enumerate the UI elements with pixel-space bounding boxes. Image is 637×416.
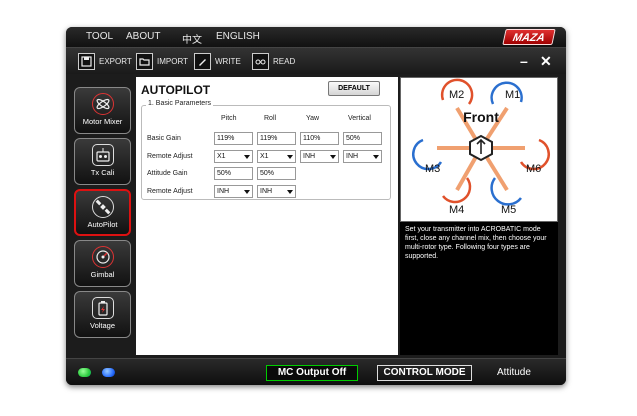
attitude-mode-label: Attitude [497, 367, 531, 378]
sidebar-item-motor-mixer[interactable]: Motor Mixer [74, 87, 131, 134]
sidebar-item-label: AutoPilot [87, 220, 118, 229]
transmitter-icon [91, 144, 114, 166]
close-button[interactable]: ✕ [540, 53, 552, 70]
menu-english[interactable]: ENGLISH [216, 31, 260, 42]
export-button[interactable]: EXPORT [78, 52, 132, 71]
write-label: WRITE [215, 57, 241, 66]
column-header-roll: Roll [264, 115, 277, 122]
remote-adjust-pitch-select[interactable]: X1 [214, 150, 253, 163]
select-value: INH [217, 188, 230, 195]
select-value: INH [260, 188, 273, 195]
dropdown-arrow-icon [244, 155, 250, 159]
group-title: 1. Basic Parameters [146, 100, 214, 107]
dropdown-arrow-icon [373, 155, 379, 159]
app-window: TOOL ABOUT 中文 ENGLISH MAZA EXPORT IMPORT… [66, 27, 566, 385]
basic-gain-label: Basic Gain [147, 135, 181, 142]
info-text: Set your transmitter into ACROBATIC mode… [400, 222, 558, 355]
folder-icon [136, 53, 153, 70]
sidebar-item-label: Gimbal [90, 270, 115, 279]
select-value: X1 [217, 153, 226, 160]
sidebar-item-gimbal[interactable]: Gimbal [74, 240, 131, 287]
toolbar: EXPORT IMPORT WRITE READ – ✕ [66, 47, 566, 74]
dropdown-arrow-icon [244, 190, 250, 194]
motor-label-m6: M6 [526, 163, 541, 175]
motor-label-m3: M3 [425, 163, 440, 175]
attitude-remote-adjust-pitch-select[interactable]: INH [214, 185, 253, 198]
propeller-icon [91, 93, 114, 115]
dropdown-arrow-icon [330, 155, 336, 159]
import-button[interactable]: IMPORT [136, 52, 188, 71]
battery-icon [91, 297, 114, 319]
basic-gain-roll-input[interactable]: 119% [257, 132, 296, 145]
motor-label-m2: M2 [449, 89, 464, 101]
multirotor-diagram: Front M1 M2 M3 M4 M5 M6 [400, 77, 558, 222]
sidebar-item-label: Voltage [89, 321, 116, 330]
minimize-button[interactable]: – [520, 53, 528, 69]
select-value: INH [303, 153, 316, 160]
attitude-gain-label: Attitude Gain [147, 170, 188, 177]
basic-gain-vertical-input[interactable]: 50% [343, 132, 382, 145]
remote-adjust-label: Remote Adjust [147, 188, 193, 195]
remote-adjust-label: Remote Adjust [147, 153, 193, 160]
export-label: EXPORT [99, 57, 132, 66]
sidebar-item-tx-cali[interactable]: Tx Cali [74, 138, 131, 185]
page-title: AUTOPILOT [141, 83, 211, 97]
sidebar-item-label: Tx Cali [90, 168, 115, 177]
select-value: X1 [260, 153, 269, 160]
save-icon [78, 53, 95, 70]
autopilot-panel: AUTOPILOT DEFAULT 1. Basic Parameters Pi… [136, 77, 398, 355]
write-button[interactable]: WRITE [194, 52, 241, 71]
glasses-icon [252, 53, 269, 70]
motor-label-m5: M5 [501, 204, 516, 216]
basic-gain-yaw-input[interactable]: 110% [300, 132, 339, 145]
dropdown-arrow-icon [287, 190, 293, 194]
default-button[interactable]: DEFAULT [328, 81, 380, 96]
remote-adjust-vertical-select[interactable]: INH [343, 150, 382, 163]
sidebar-item-label: Motor Mixer [82, 117, 123, 126]
column-header-vertical: Vertical [348, 115, 371, 122]
control-mode-button[interactable]: CONTROL MODE [377, 365, 472, 381]
blue-led-icon [102, 368, 115, 377]
mc-output-status: MC Output Off [266, 365, 358, 381]
menu-about[interactable]: ABOUT [126, 31, 160, 42]
column-header-yaw: Yaw [306, 115, 320, 122]
satellite-icon [91, 196, 114, 218]
dropdown-arrow-icon [287, 155, 293, 159]
column-header-pitch: Pitch [221, 115, 237, 122]
hexacopter-layout: Front M1 M2 M3 M4 M5 M6 [412, 78, 550, 216]
sidebar-item-autopilot[interactable]: AutoPilot [74, 189, 131, 236]
basic-gain-pitch-input[interactable]: 119% [214, 132, 253, 145]
green-led-icon [78, 368, 91, 377]
menu-chinese[interactable]: 中文 [182, 31, 202, 46]
basic-parameters-group: 1. Basic Parameters Pitch Roll Yaw Verti… [141, 100, 391, 200]
attitude-remote-adjust-roll-select[interactable]: INH [257, 185, 296, 198]
sidebar-item-voltage[interactable]: Voltage [74, 291, 131, 338]
pencil-icon [194, 53, 211, 70]
menu-bar: TOOL ABOUT 中文 ENGLISH MAZA [66, 27, 566, 47]
motor-label-m1: M1 [505, 89, 520, 101]
select-value: INH [346, 153, 359, 160]
sidebar: Motor Mixer Tx Cali AutoPilot Gimbal Vol… [72, 77, 132, 349]
front-label: Front [463, 109, 499, 125]
status-bar: MC Output Off CONTROL MODE Attitude [66, 358, 566, 385]
brand-logo: MAZA [502, 29, 556, 45]
remote-adjust-roll-select[interactable]: X1 [257, 150, 296, 163]
menu-tool[interactable]: TOOL [86, 31, 113, 42]
import-label: IMPORT [157, 57, 188, 66]
gimbal-icon [91, 246, 114, 268]
attitude-gain-roll-input[interactable]: 50% [257, 167, 296, 180]
attitude-gain-pitch-input[interactable]: 50% [214, 167, 253, 180]
read-label: READ [273, 57, 296, 66]
remote-adjust-yaw-select[interactable]: INH [300, 150, 339, 163]
motor-label-m4: M4 [449, 204, 464, 216]
read-button[interactable]: READ [252, 52, 295, 71]
